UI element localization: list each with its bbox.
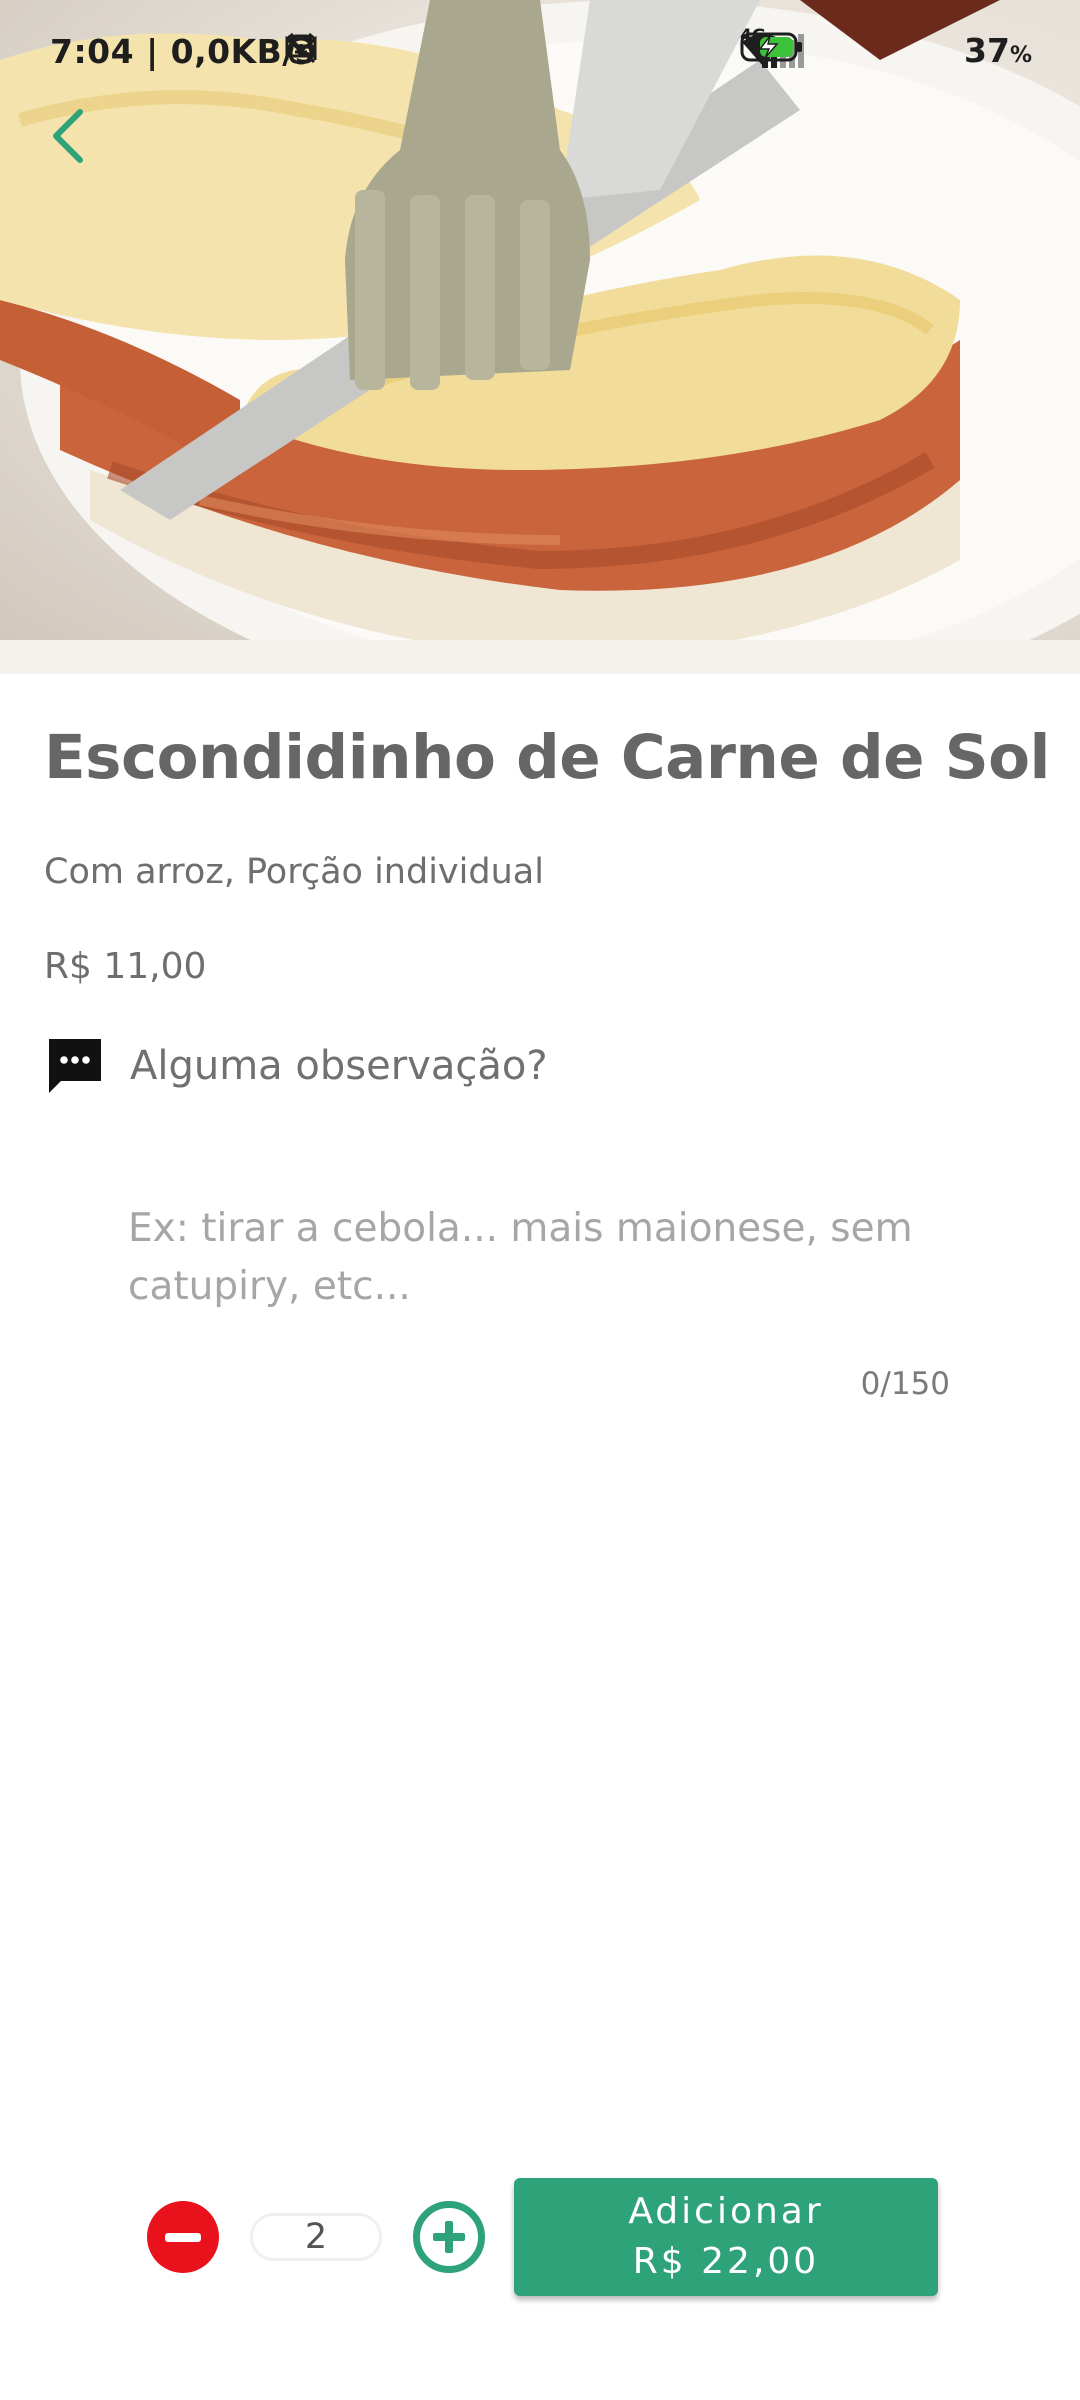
product-detail-screen: 7:04 | 0,0KB/s 4G [0,0,1080,2400]
observation-header: Alguma observação? [46,1036,548,1096]
wifi-icon [742,30,868,70]
product-price: R$ 11,00 [44,946,207,987]
battery-unit: % [1009,42,1032,68]
battery-charging-icon [740,32,948,67]
add-button-label: Adicionar [628,2191,824,2232]
increase-quantity-button[interactable] [413,2201,485,2273]
decrease-quantity-button[interactable] [147,2201,219,2273]
observation-label: Alguma observação? [130,1043,548,1089]
chevron-left-icon [53,109,83,163]
battery-value: 37 [964,30,1010,70]
add-button-total: R$ 22,00 [632,2241,820,2282]
status-right-icons: 4G 37% [740,26,1032,70]
product-title: Escondidinho de Carne de Sol [44,722,1050,793]
status-time: 7:04 | 0,0KB/s [50,32,315,71]
gmail-icon [285,30,476,68]
status-left-icons [282,30,476,68]
battery-percent: 37% [964,31,1032,70]
observation-input[interactable] [128,1200,958,1340]
message-icon [49,1039,101,1093]
notification-icon [289,30,424,68]
product-photo: 7:04 | 0,0KB/s 4G [0,0,1080,674]
add-to-cart-button[interactable]: Adicionar R$ 22,00 [514,2178,938,2296]
escondidinho-photo [0,0,1080,674]
status-bar: 7:04 | 0,0KB/s 4G [0,0,1080,100]
quantity-display: 2 [250,2213,382,2261]
back-button[interactable] [48,106,108,178]
product-subtitle: Com arroz, Porção individual [44,852,544,892]
character-counter: 0/150 [860,1366,950,1402]
alarm-icon [286,30,372,68]
